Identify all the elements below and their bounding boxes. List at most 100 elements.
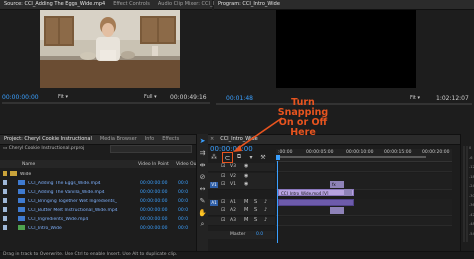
fx-badge: fx — [332, 182, 336, 187]
lock-icon[interactable]: ⊡ — [221, 217, 225, 223]
track-header-a2[interactable]: ⊡ A2 M S ♪ — [208, 207, 275, 216]
program-timecode-left[interactable]: 00:01:48 — [226, 95, 253, 102]
project-panel: Project: Cheryl Cookie Instructional Med… — [0, 134, 196, 253]
mic-icon[interactable]: ♪ — [264, 199, 267, 205]
mute-icon[interactable]: M — [244, 207, 248, 213]
lock-icon[interactable]: ⊡ — [221, 199, 225, 205]
source-zoom-select[interactable]: Fit ▾ — [58, 94, 68, 100]
source-patch-a1[interactable]: A1 — [210, 200, 218, 206]
zoom-tool-icon[interactable]: ⌕ — [198, 220, 207, 229]
wrench-icon[interactable]: ⚒ — [259, 153, 267, 161]
close-icon[interactable]: × — [208, 135, 216, 144]
column-video-in-point[interactable]: Video In Point — [138, 162, 169, 167]
video-clip-icon — [18, 216, 25, 221]
mute-icon[interactable]: M — [244, 217, 248, 223]
ripple-edit-tool-icon[interactable]: ⇹ — [198, 160, 207, 169]
timeline-ruler[interactable]: :00:00 00:00:05:00 00:00:10:00 00:00:15:… — [276, 149, 452, 162]
track-label: A3 — [230, 218, 236, 223]
hand-tool-icon[interactable]: ✋ — [198, 208, 207, 217]
tab-program[interactable]: Program: CCI_Intro_Wide — [214, 0, 284, 9]
source-timecode-right: 00:00:49:16 — [170, 94, 207, 101]
program-zoom-select[interactable]: Fit ▾ — [410, 95, 420, 101]
eye-icon[interactable]: ◉ — [244, 181, 248, 187]
tab-source[interactable]: Source: CCI_Adding The Eggs_Wide.mp4 — [0, 0, 109, 9]
item-name: CCI_Adding The Eggs_Wide.mp4 — [28, 180, 101, 186]
list-item[interactable]: CCI_Adding The Vanilla_Wide.mp4 00:00:00:… — [0, 188, 196, 196]
list-item[interactable]: CCI_Intro_Wide 00:00:00:00 00:0 — [0, 224, 196, 232]
ruler-work-area-bar[interactable] — [276, 156, 426, 158]
track-lane[interactable] — [276, 217, 452, 226]
meter-scale-label: -18 — [469, 174, 474, 179]
tab-timeline-sequence[interactable]: CCI_Intro_Wide — [216, 135, 262, 144]
track-header-a3[interactable]: ⊡ A3 M S ♪ — [208, 217, 275, 226]
timeline-clip-video[interactable]: CCI_Intro_Wide.mp4 [V] — [278, 189, 354, 196]
source-video-frame — [40, 10, 180, 88]
source-timecode-left[interactable]: 00:00:00:00 — [2, 94, 39, 101]
snap-icon[interactable]: ⊂ — [222, 152, 233, 163]
master-track-header[interactable]: Master 0.0 — [208, 231, 275, 239]
eye-icon[interactable]: ◉ — [244, 173, 248, 179]
tab-effects[interactable]: Effects — [158, 135, 183, 144]
mic-icon[interactable]: ♪ — [264, 207, 267, 213]
video-clip-icon — [18, 189, 25, 194]
timeline-clip-audio-2[interactable] — [330, 207, 344, 214]
timeline-clip-audio[interactable] — [278, 199, 354, 206]
track-lane[interactable] — [276, 207, 452, 216]
tab-project[interactable]: Project: Cheryl Cookie Instructional — [0, 135, 96, 144]
list-item[interactable]: CCI_Butter Melt Instructional_Wide.mp4 00… — [0, 206, 196, 214]
playhead-marker[interactable] — [276, 155, 280, 160]
master-volume-value[interactable]: 0.0 — [256, 232, 263, 237]
program-video-frame — [276, 10, 416, 88]
program-scrubber[interactable] — [216, 103, 472, 105]
track-label: V1 — [230, 182, 236, 187]
source-quality-select[interactable]: Full ▾ — [144, 94, 157, 100]
track-label: A2 — [230, 208, 236, 213]
source-scrubber[interactable] — [2, 102, 210, 104]
tab-media-browser[interactable]: Media Browser — [96, 135, 141, 144]
timeline-clip-video-3[interactable] — [344, 189, 352, 196]
audio-meter-panel: 0 -6 -12 -18 -24 -30 -36 -42 -48 -54 — [460, 134, 474, 252]
solo-icon[interactable]: S — [254, 207, 257, 213]
add-marker-icon[interactable]: ▾ — [247, 153, 255, 161]
mute-icon[interactable]: M — [244, 199, 248, 205]
pen-tool-icon[interactable]: ✎ — [198, 196, 207, 205]
item-video-out-point: 00:0 — [178, 189, 189, 195]
item-video-in-point: 00:00:00:00 — [140, 225, 168, 231]
lock-icon[interactable]: ⊡ — [221, 163, 225, 169]
mic-icon[interactable]: ♪ — [264, 217, 267, 223]
column-video-out-point[interactable]: Video Ou — [176, 162, 196, 167]
item-video-out-point: 00:0 — [178, 216, 189, 222]
meter-bar-right — [466, 146, 468, 242]
list-item[interactable]: CCI_Bringing Together Wet Ingredients_ 00… — [0, 197, 196, 205]
lock-icon[interactable]: ⊡ — [221, 173, 225, 179]
column-name[interactable]: Name — [22, 162, 35, 167]
item-name: CCI_Ingredients_Wide.mp4 — [28, 216, 89, 222]
solo-icon[interactable]: S — [254, 217, 257, 223]
meter-scale-label: -12 — [469, 165, 474, 169]
track-header-v3[interactable]: ⊡ V3 ◉ — [208, 163, 275, 172]
solo-icon[interactable]: S — [254, 199, 257, 205]
selection-tool-icon[interactable]: ➤ — [198, 136, 207, 145]
track-header-v1[interactable]: V1 ⊡ V1 ◉ — [208, 181, 275, 190]
tab-effect-controls[interactable]: Effect Controls — [109, 0, 154, 9]
lock-icon[interactable]: ⊡ — [221, 207, 225, 213]
list-item[interactable]: CCI_Adding The Eggs_Wide.mp4 00:00:00:00 0… — [0, 179, 196, 187]
lock-icon[interactable]: ⊡ — [221, 181, 225, 187]
timeline-clip-video-2[interactable]: fx — [330, 181, 344, 188]
annotation-line-1: Turn Snapping — [277, 97, 329, 118]
track-lane[interactable] — [276, 163, 452, 172]
insert-nest-icon[interactable]: ⁂ — [210, 153, 218, 161]
project-search-input[interactable] — [110, 145, 192, 153]
tab-info[interactable]: Info — [141, 135, 158, 144]
list-item[interactable]: CCI_Ingredients_Wide.mp4 00:00:00:00 00:0 — [0, 215, 196, 223]
track-select-tool-icon[interactable]: ⇉ — [198, 148, 207, 157]
slip-tool-icon[interactable]: ↔ — [198, 184, 207, 193]
label-color-swatch — [3, 198, 7, 203]
razor-tool-icon[interactable]: ⊘ — [198, 172, 207, 181]
source-patch-v1[interactable]: V1 — [210, 182, 218, 188]
linked-selection-icon[interactable]: ⧉ — [235, 153, 243, 161]
list-item[interactable]: Wide — [0, 170, 196, 178]
source-quality-value: Full — [144, 94, 153, 100]
item-video-out-point: 00:0 — [178, 198, 189, 204]
eye-icon[interactable]: ◉ — [244, 163, 248, 169]
